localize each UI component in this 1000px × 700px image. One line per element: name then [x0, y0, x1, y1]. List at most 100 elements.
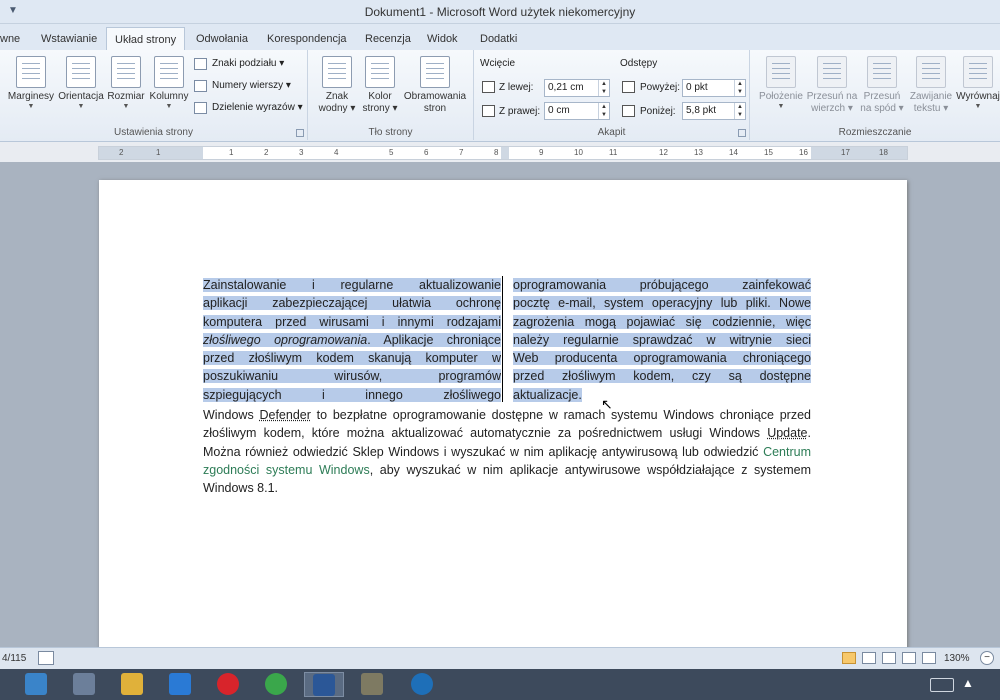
zoom-level[interactable]: 130% — [944, 653, 970, 664]
indent-left-input[interactable]: 0,21 cm ▲ ▼ — [544, 79, 610, 97]
taskbar-app-8[interactable] — [352, 672, 392, 697]
taskbar-app-1[interactable] — [16, 672, 56, 697]
indent-right-input[interactable]: 0 cm ▲ ▼ — [544, 102, 610, 120]
proofing-icon[interactable] — [38, 651, 54, 665]
text-line[interactable]: należy regularnie sprawdzać w witrynie s… — [513, 332, 811, 347]
column-2[interactable]: oprogramowania próbującego zainfekować p… — [513, 276, 811, 404]
group-label-page-setup: Ustawienia strony — [114, 127, 193, 138]
page-borders-button[interactable]: Obramowania stron — [402, 56, 468, 115]
orientation-icon — [66, 56, 96, 88]
tab-addins[interactable]: Dodatki — [472, 30, 525, 50]
watermark-button[interactable]: Znak wodny ▾ — [316, 56, 358, 115]
indent-left-spinner[interactable]: ▲ ▼ — [598, 80, 609, 96]
group-label-page-background: Tło strony — [368, 127, 413, 138]
align-icon — [963, 56, 993, 88]
text-line[interactable]: aplikacji zabezpieczającej ułatwia ochro… — [203, 296, 501, 311]
group-label-arrange: Rozmieszczanie — [838, 127, 912, 138]
send-backward-icon — [867, 56, 897, 88]
taskbar-app-6[interactable] — [256, 672, 296, 697]
web-layout-icon[interactable] — [882, 652, 896, 664]
spacing-before-spinner[interactable]: ▲ ▼ — [734, 80, 745, 96]
tab-references[interactable]: Odwołania — [188, 30, 256, 50]
taskbar-app-3[interactable] — [112, 672, 152, 697]
group-page-background: Znak wodny ▾ Kolor strony ▾ Obramowania … — [308, 50, 474, 140]
orientation-button[interactable]: Orientacja ▼ — [58, 56, 104, 110]
position-button[interactable]: Położenie ▼ — [756, 56, 806, 110]
wrap-text-button[interactable]: Zawijanie tekstu ▾ — [908, 56, 954, 115]
hyphenation-button[interactable]: Dzielenie wyrazów ▾ — [194, 100, 303, 116]
title-bar: ▼ Dokument1 - Microsoft Word użytek niek… — [0, 0, 1000, 24]
line-numbers-icon — [194, 80, 207, 92]
ruler-tick: 11 — [609, 148, 618, 157]
taskbar-app-5[interactable] — [208, 672, 248, 697]
tab-page-layout[interactable]: Układ strony — [106, 27, 186, 51]
paragraph-dialog-launcher[interactable] — [738, 129, 746, 137]
text-line[interactable]: oprogramowania próbującego zainfekować — [513, 278, 811, 292]
page-count[interactable]: 4/115 — [2, 653, 26, 664]
margins-icon — [16, 56, 46, 88]
breaks-button[interactable]: Znaki podziału ▾ — [194, 56, 284, 72]
ruler-tick: 8 — [494, 148, 499, 157]
spacing-after-input[interactable]: 5,8 pkt ▲ ▼ — [682, 102, 746, 120]
spacing-after-spinner[interactable]: ▲ ▼ — [734, 103, 745, 119]
text-line[interactable]: przed złośliwym kodem skanują komputer w — [203, 351, 501, 366]
tab-home[interactable]: wne — [0, 30, 28, 50]
chrome-browser-icon — [265, 673, 287, 695]
text-line[interactable]: zagrożenia mogą pojawiać się codziennie,… — [513, 314, 811, 329]
text-line[interactable]: przed złośliwym kodem, czy są dostępne — [513, 369, 811, 384]
help-icon — [411, 673, 433, 695]
draft-view-icon[interactable] — [922, 652, 936, 664]
text-line[interactable]: pocztę e-mail, system operacyjny lub pli… — [513, 296, 811, 311]
text-line[interactable]: Web producenta oprogramowania chroniąceg… — [513, 351, 811, 366]
print-layout-view-icon[interactable] — [842, 652, 856, 664]
spacing-before-input[interactable]: 0 pkt ▲ ▼ — [682, 79, 746, 97]
text-line[interactable]: szpiegujących i innego złośliwego — [203, 387, 501, 402]
word-icon — [313, 674, 335, 696]
horizontal-ruler[interactable]: 2 1 1 2 3 4 5 6 7 8 9 10 11 12 13 14 15 … — [98, 146, 908, 160]
spacing-after-icon — [622, 105, 635, 117]
text-line[interactable]: komputera przed wirusami i innymi rodzaj… — [203, 314, 501, 329]
tab-review[interactable]: Recenzja — [357, 30, 419, 50]
indent-right-spinner[interactable]: ▲ ▼ — [598, 103, 609, 119]
zoom-out-icon[interactable]: − — [980, 651, 994, 665]
margins-button[interactable]: Marginesy ▼ — [6, 56, 56, 110]
group-paragraph: Wcięcie Z lewej: 0,21 cm ▲ ▼ Z prawej: 0 … — [474, 50, 750, 140]
full-screen-reading-icon[interactable] — [862, 652, 876, 664]
columns-button[interactable]: Kolumny ▼ — [148, 56, 190, 110]
outline-view-icon[interactable] — [902, 652, 916, 664]
indent-heading: Wcięcie — [480, 58, 516, 69]
text-line[interactable]: poszukiwaniu wirusów, programów — [203, 369, 501, 384]
tray-expand-icon[interactable]: ▲ — [962, 676, 974, 690]
text-line[interactable]: Zainstalowanie i regularne aktualizowani… — [203, 278, 501, 292]
tab-insert[interactable]: Wstawianie — [33, 30, 105, 50]
column-divider — [502, 276, 503, 402]
size-button[interactable]: Rozmiar ▼ — [106, 56, 146, 110]
send-backward-button[interactable]: Przesuń na spód ▾ — [858, 56, 906, 115]
text-fragment[interactable]: . Aplikacje chroniące — [367, 332, 502, 347]
ribbon: Marginesy ▼ Orientacja ▼ Rozmiar ▼ Kolum… — [0, 50, 1000, 142]
tab-mailings[interactable]: Korespondencja — [259, 30, 355, 50]
document-workspace: Zainstalowanie i regularne aktualizowani… — [0, 162, 1000, 650]
italic-text[interactable]: złośliwego oprogramowania — [203, 332, 368, 347]
document-page[interactable]: Zainstalowanie i regularne aktualizowani… — [99, 180, 907, 650]
spacing-heading: Odstępy — [620, 58, 658, 69]
line-numbers-button[interactable]: Numery wierszy ▾ — [194, 78, 291, 94]
taskbar-word[interactable] — [304, 672, 344, 697]
keyboard-icon[interactable] — [930, 678, 954, 692]
taskbar-app-2[interactable] — [64, 672, 104, 697]
size-icon — [111, 56, 141, 88]
status-bar: 4/115 130% − — [0, 647, 1000, 669]
column-1[interactable]: Zainstalowanie i regularne aktualizowani… — [203, 276, 502, 404]
page-setup-dialog-launcher[interactable] — [296, 129, 304, 137]
page-color-button[interactable]: Kolor strony ▾ — [360, 56, 400, 115]
page-borders-icon — [420, 56, 450, 88]
network-tool-icon — [73, 673, 95, 695]
taskbar-help[interactable] — [402, 672, 442, 697]
text-line[interactable]: aktualizacje. — [513, 387, 582, 402]
tab-view[interactable]: Widok — [419, 30, 466, 50]
ruler-left-margin — [99, 147, 203, 159]
bring-forward-button[interactable]: Przesuń na wierzch ▾ — [806, 56, 858, 115]
taskbar-app-4[interactable] — [160, 672, 200, 697]
align-button[interactable]: Wyrównaj ▼ — [956, 56, 1000, 110]
paragraph-windows-defender[interactable]: Windows Defender to bezpłatne oprogramow… — [203, 406, 811, 497]
